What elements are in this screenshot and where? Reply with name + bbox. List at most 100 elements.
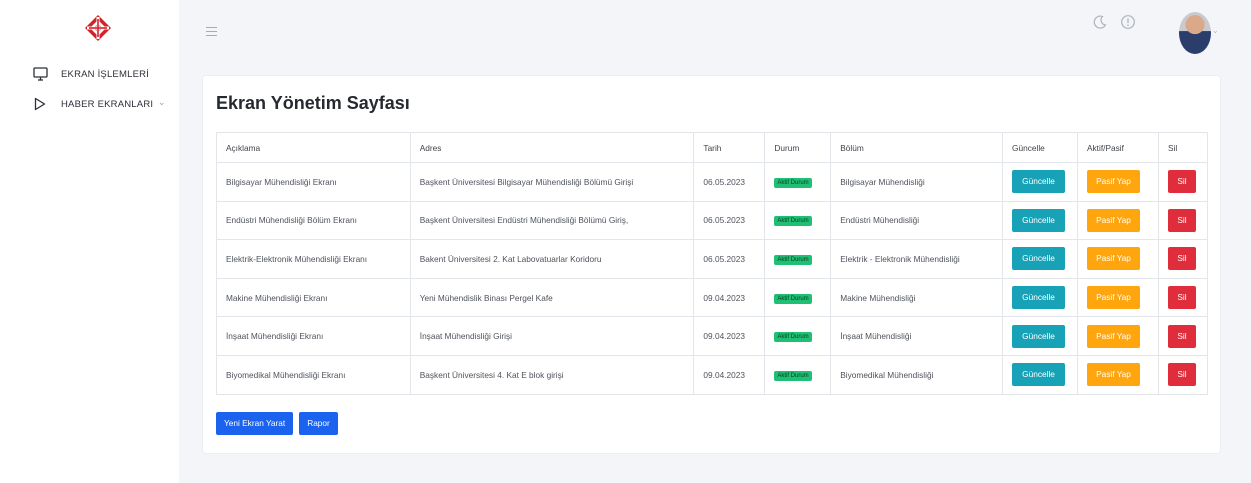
top-header: ⌄ [179, 0, 1251, 64]
status-cell: Aktif Durum [764, 239, 832, 279]
sidebar-item-label: HABER EKRANLARI [61, 98, 154, 110]
sidebar-item-haber-ekranlari[interactable]: HABER EKRANLARI ⌄ [32, 96, 166, 112]
date-cell: 09.04.2023 [693, 277, 766, 318]
department-cell: Makine Mühendisliği [830, 277, 1004, 318]
column-header: Açıklama [216, 132, 411, 163]
department-cell: Bilgisayar Mühendisliği [830, 162, 1004, 202]
column-header: Aktif/Pasif [1077, 132, 1159, 163]
status-badge: Aktif Durum [774, 216, 812, 227]
address-cell: Başkent Üniversitesi 4. Kat E blok giriş… [409, 354, 695, 395]
description-cell: Endüstri Mühendisliği Bölüm Ekranı [216, 200, 411, 241]
toggle-cell: Pasif Yap [1077, 354, 1159, 395]
menu-icon[interactable] [206, 27, 217, 36]
delete-button[interactable]: Sil [1167, 170, 1196, 194]
deactivate-button[interactable]: Pasif Yap [1087, 170, 1140, 194]
department-cell: Endüstri Mühendisliği [830, 200, 1004, 241]
address-cell: İnşaat Mühendisliği Girişi [409, 316, 695, 356]
deactivate-button[interactable]: Pasif Yap [1087, 324, 1140, 348]
column-header: Adres [409, 132, 695, 163]
column-header: Durum [764, 132, 832, 163]
toggle-cell: Pasif Yap [1077, 200, 1159, 241]
address-cell: Bakent Üniversitesi 2. Kat Labovatuarlar… [409, 239, 695, 279]
description-cell: Elektrik-Elektronik Mühendisliği Ekranı [216, 239, 411, 279]
update-button[interactable]: Güncelle [1012, 363, 1066, 387]
create-screen-button[interactable]: Yeni Ekran Yarat [216, 412, 294, 435]
update-button[interactable]: Güncelle [1012, 208, 1066, 232]
monitor-icon [32, 66, 48, 82]
delete-button[interactable]: Sil [1167, 363, 1196, 387]
table-header-row: Açıklama Adres Tarih Durum Bölüm Güncell… [216, 132, 1209, 163]
address-cell: Yeni Mühendislik Binası Pergel Kafe [409, 277, 695, 318]
update-button[interactable]: Güncelle [1012, 247, 1066, 271]
toggle-cell: Pasif Yap [1077, 277, 1159, 318]
delete-cell: Sil [1157, 162, 1209, 202]
column-header: Güncelle [1002, 132, 1078, 163]
description-cell: Biyomedikal Mühendisliği Ekranı [216, 354, 411, 395]
status-badge: Aktif Durum [774, 254, 812, 265]
status-badge: Aktif Durum [774, 293, 812, 304]
date-cell: 06.05.2023 [693, 200, 766, 241]
date-cell: 09.04.2023 [693, 316, 766, 356]
chevron-down-icon[interactable]: ⌄ [158, 97, 166, 108]
status-cell: Aktif Durum [764, 277, 832, 318]
status-badge: Aktif Durum [774, 332, 812, 343]
date-cell: 06.05.2023 [693, 239, 766, 279]
address-cell: Başkent Üniversitesi Endüstri Mühendisli… [409, 200, 695, 241]
update-button[interactable]: Güncelle [1012, 170, 1066, 194]
sidebar: EKRAN İŞLEMLERİ HABER EKRANLARI ⌄ [0, 0, 179, 483]
description-cell: Makine Mühendisliği Ekranı [216, 277, 411, 318]
table-row: Endüstri Mühendisliği Bölüm Ekranı Başken… [216, 200, 1209, 241]
table-row: Makine Mühendisliği Ekranı Yeni Mühendisl… [216, 277, 1209, 318]
toggle-cell: Pasif Yap [1077, 316, 1159, 356]
column-header: Bölüm [830, 132, 1004, 163]
delete-button[interactable]: Sil [1167, 324, 1196, 348]
department-cell: Biyomedikal Mühendisliği [830, 354, 1004, 395]
update-button[interactable]: Güncelle [1012, 286, 1066, 310]
university-logo[interactable] [84, 14, 112, 42]
delete-button[interactable]: Sil [1167, 208, 1196, 232]
delete-cell: Sil [1157, 316, 1209, 356]
screens-table: Açıklama Adres Tarih Durum Bölüm Güncell… [216, 132, 1209, 395]
update-cell: Güncelle [1002, 239, 1078, 279]
date-cell: 09.04.2023 [693, 354, 766, 395]
update-cell: Güncelle [1002, 354, 1078, 395]
table-row: Biyomedikal Mühendisliği Ekranı Başkent Ü… [216, 354, 1209, 395]
update-cell: Güncelle [1002, 277, 1078, 318]
sidebar-item-label: EKRAN İŞLEMLERİ [61, 68, 149, 80]
department-cell: Elektrik - Elektronik Mühendisliği [830, 239, 1004, 279]
status-cell: Aktif Durum [764, 200, 832, 241]
delete-cell: Sil [1157, 200, 1209, 241]
column-header: Tarih [693, 132, 766, 163]
delete-button[interactable]: Sil [1167, 286, 1196, 310]
status-cell: Aktif Durum [764, 316, 832, 356]
screen-management-card: Ekran Yönetim Sayfası Açıklama Adres Tar… [203, 76, 1220, 453]
status-badge: Aktif Durum [774, 370, 812, 381]
deactivate-button[interactable]: Pasif Yap [1087, 208, 1140, 232]
update-button[interactable]: Güncelle [1012, 324, 1066, 348]
table-row: Bilgisayar Mühendisliği Ekranı Başkent Ün… [216, 162, 1209, 202]
report-button[interactable]: Rapor [299, 412, 338, 435]
deactivate-button[interactable]: Pasif Yap [1087, 363, 1140, 387]
chevron-down-icon[interactable]: ⌄ [1212, 26, 1219, 35]
sidebar-item-ekran-islemleri[interactable]: EKRAN İŞLEMLERİ [32, 66, 149, 82]
play-icon [32, 96, 48, 112]
moon-icon[interactable] [1092, 14, 1108, 30]
delete-cell: Sil [1157, 239, 1209, 279]
update-cell: Güncelle [1002, 316, 1078, 356]
status-badge: Aktif Durum [774, 177, 812, 188]
update-cell: Güncelle [1002, 200, 1078, 241]
column-header: Sil [1157, 132, 1209, 163]
alert-icon[interactable] [1120, 14, 1136, 30]
avatar[interactable] [1179, 12, 1211, 54]
toggle-cell: Pasif Yap [1077, 239, 1159, 279]
footer-actions: Yeni Ekran Yarat Rapor [216, 412, 338, 435]
delete-button[interactable]: Sil [1167, 247, 1196, 271]
update-cell: Güncelle [1002, 162, 1078, 202]
table-row: Elektrik-Elektronik Mühendisliği Ekranı B… [216, 239, 1209, 279]
department-cell: İnşaat Mühendisliği [830, 316, 1004, 356]
page-title: Ekran Yönetim Sayfası [216, 93, 410, 113]
table-row: İnşaat Mühendisliği Ekranı İnşaat Mühendi… [216, 316, 1209, 356]
delete-cell: Sil [1157, 277, 1209, 318]
deactivate-button[interactable]: Pasif Yap [1087, 247, 1140, 271]
deactivate-button[interactable]: Pasif Yap [1087, 286, 1140, 310]
